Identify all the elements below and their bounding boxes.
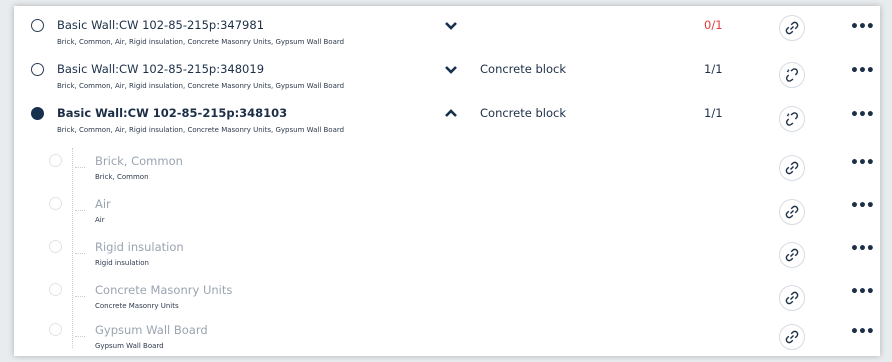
link-button[interactable] xyxy=(779,324,805,350)
layer-select-radio[interactable] xyxy=(49,240,62,253)
list-item[interactable]: Rigid insulation Rigid insulation ••• xyxy=(14,232,880,275)
more-options-button[interactable]: ••• xyxy=(850,242,875,256)
link-button[interactable] xyxy=(779,242,805,268)
row-select-radio[interactable] xyxy=(31,107,44,120)
unlink-icon xyxy=(785,112,799,126)
link-icon xyxy=(785,330,799,344)
match-count: 0/1 xyxy=(704,18,723,32)
unlink-button[interactable] xyxy=(779,62,805,88)
row-select-radio[interactable] xyxy=(31,63,44,76)
link-button[interactable] xyxy=(779,155,805,181)
link-button[interactable] xyxy=(779,199,805,225)
layer-sub: Concrete Masonry Units xyxy=(95,302,179,310)
material-label: Concrete block xyxy=(480,106,566,120)
element-title: Basic Wall:CW 102-85-215p:348103 xyxy=(57,106,288,120)
element-title: Basic Wall:CW 102-85-215p:347981 xyxy=(57,18,265,32)
layer-sub: Brick, Common xyxy=(95,173,149,181)
more-options-button[interactable]: ••• xyxy=(850,108,875,122)
link-icon xyxy=(785,291,799,305)
layer-sub: Air xyxy=(95,216,105,224)
more-options-button[interactable]: ••• xyxy=(850,199,875,213)
tree-connector xyxy=(75,167,85,168)
match-count: 1/1 xyxy=(704,62,723,76)
unlink-button[interactable] xyxy=(779,106,805,132)
more-options-button[interactable]: ••• xyxy=(850,20,875,34)
unlink-icon xyxy=(785,68,799,82)
layer-title: Concrete Masonry Units xyxy=(95,283,233,297)
element-layers: Brick, Common, Air, Rigid insulation, Co… xyxy=(57,82,345,90)
more-options-button[interactable]: ••• xyxy=(850,285,875,299)
material-label: Concrete block xyxy=(480,62,566,76)
layer-sub: Gypsum Wall Board xyxy=(95,342,164,350)
table-row[interactable]: Basic Wall:CW 102-85-215p:347981 Brick, … xyxy=(14,6,880,50)
list-item[interactable]: Air Air ••• xyxy=(14,189,880,232)
layer-title: Rigid insulation xyxy=(95,240,184,254)
link-button[interactable] xyxy=(779,15,805,41)
link-icon xyxy=(785,21,799,35)
link-icon xyxy=(785,161,799,175)
list-item[interactable]: Brick, Common Brick, Common ••• xyxy=(14,146,880,189)
list-item[interactable]: Gypsum Wall Board Gypsum Wall Board ••• xyxy=(14,318,880,356)
table-row[interactable]: Basic Wall:CW 102-85-215p:348019 Brick, … xyxy=(14,50,880,94)
link-icon xyxy=(785,205,799,219)
element-list-panel: Basic Wall:CW 102-85-215p:347981 Brick, … xyxy=(14,6,880,356)
link-icon xyxy=(785,248,799,262)
more-options-button[interactable]: ••• xyxy=(850,325,875,339)
tree-connector xyxy=(75,296,85,297)
layer-title: Brick, Common xyxy=(95,154,183,168)
layer-select-radio[interactable] xyxy=(49,154,62,167)
layer-select-radio[interactable] xyxy=(49,323,62,336)
table-row[interactable]: Basic Wall:CW 102-85-215p:348103 Brick, … xyxy=(14,94,880,138)
match-count: 1/1 xyxy=(704,106,723,120)
chevron-down-icon[interactable] xyxy=(444,21,458,31)
layer-select-radio[interactable] xyxy=(49,283,62,296)
layer-title: Air xyxy=(95,197,111,211)
element-layers: Brick, Common, Air, Rigid insulation, Co… xyxy=(57,38,345,46)
list-item[interactable]: Concrete Masonry Units Concrete Masonry … xyxy=(14,275,880,318)
layer-select-radio[interactable] xyxy=(49,197,62,210)
row-select-radio[interactable] xyxy=(31,19,44,32)
tree-connector xyxy=(75,253,85,254)
link-button[interactable] xyxy=(779,285,805,311)
element-layers: Brick, Common, Air, Rigid insulation, Co… xyxy=(57,126,345,134)
layer-title: Gypsum Wall Board xyxy=(95,323,208,337)
element-title: Basic Wall:CW 102-85-215p:348019 xyxy=(57,62,265,76)
tree-connector xyxy=(75,210,85,211)
more-options-button[interactable]: ••• xyxy=(850,64,875,78)
layer-sub: Rigid insulation xyxy=(95,259,149,267)
more-options-button[interactable]: ••• xyxy=(850,156,875,170)
chevron-up-icon[interactable] xyxy=(444,108,458,118)
tree-connector xyxy=(75,336,85,337)
chevron-down-icon[interactable] xyxy=(444,65,458,75)
